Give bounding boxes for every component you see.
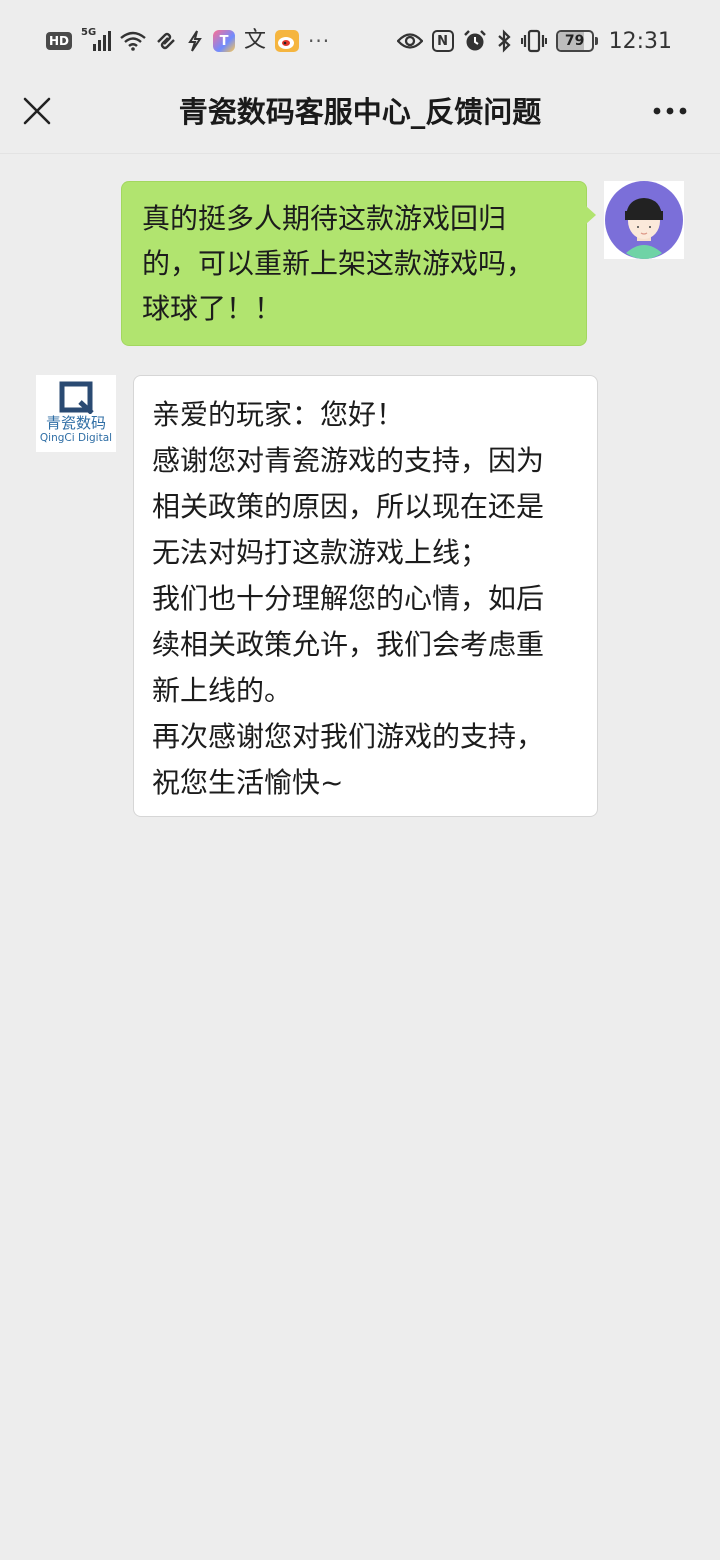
chat-header: 青瓷数码客服中心_反馈问题 [0, 80, 720, 154]
status-bar-right: N 79 12:31 [396, 26, 672, 56]
more-icon [653, 107, 687, 115]
bluetooth-icon [496, 29, 512, 53]
nfc-icon: N [431, 30, 454, 52]
service-logo-cn: 青瓷数码 [45, 414, 106, 432]
nfc-label: N [437, 33, 449, 49]
status-bar: HD 5G T 文 ··· N 79 12:31 [0, 0, 720, 80]
network-label: 5G [81, 27, 97, 38]
service-logo-en: QingCi Digital [39, 432, 113, 444]
outgoing-message-bubble[interactable]: 真的挺多人期待这款游戏回归 的，可以重新上架这款游戏吗， 球球了！！ [121, 181, 596, 346]
battery-tip [594, 37, 598, 45]
signal-icon: 5G [81, 27, 112, 52]
more-button[interactable] [646, 92, 694, 130]
battery-body: 79 [555, 30, 594, 52]
link-icon [155, 30, 177, 52]
translate-icon: 文 [244, 28, 267, 53]
close-icon [23, 97, 51, 125]
status-bar-left: HD 5G T 文 ··· [46, 26, 330, 56]
app-icon: T [213, 30, 236, 52]
user-avatar[interactable] [604, 181, 684, 259]
eye-icon [396, 31, 423, 51]
battery-icon: 79 [555, 30, 598, 52]
user-avatar-icon [605, 181, 683, 259]
page-title: 青瓷数码客服中心_反馈问题 [178, 95, 542, 129]
more-notifications-icon: ··· [308, 29, 331, 53]
incoming-message-bubble[interactable]: 亲爱的玩家：您好！ 感谢您对青瓷游戏的支持，因为 相关政策的原因，所以现在还是 … [133, 375, 598, 817]
wifi-icon [120, 31, 146, 51]
battery-level: 79 [564, 33, 585, 49]
chat-area[interactable]: 真的挺多人期待这款游戏回归 的，可以重新上架这款游戏吗， 球球了！！ 青瓷数码 … [0, 155, 720, 1560]
vibrate-icon [520, 29, 547, 53]
qingci-logo-icon [59, 381, 94, 414]
status-time: 12:31 [608, 28, 672, 54]
service-avatar[interactable]: 青瓷数码 QingCi Digital [36, 375, 116, 452]
alarm-icon [463, 29, 487, 53]
bolt-icon [186, 30, 204, 52]
weibo-icon [275, 30, 300, 52]
hd-icon: HD [46, 32, 73, 50]
close-button[interactable] [18, 90, 56, 132]
